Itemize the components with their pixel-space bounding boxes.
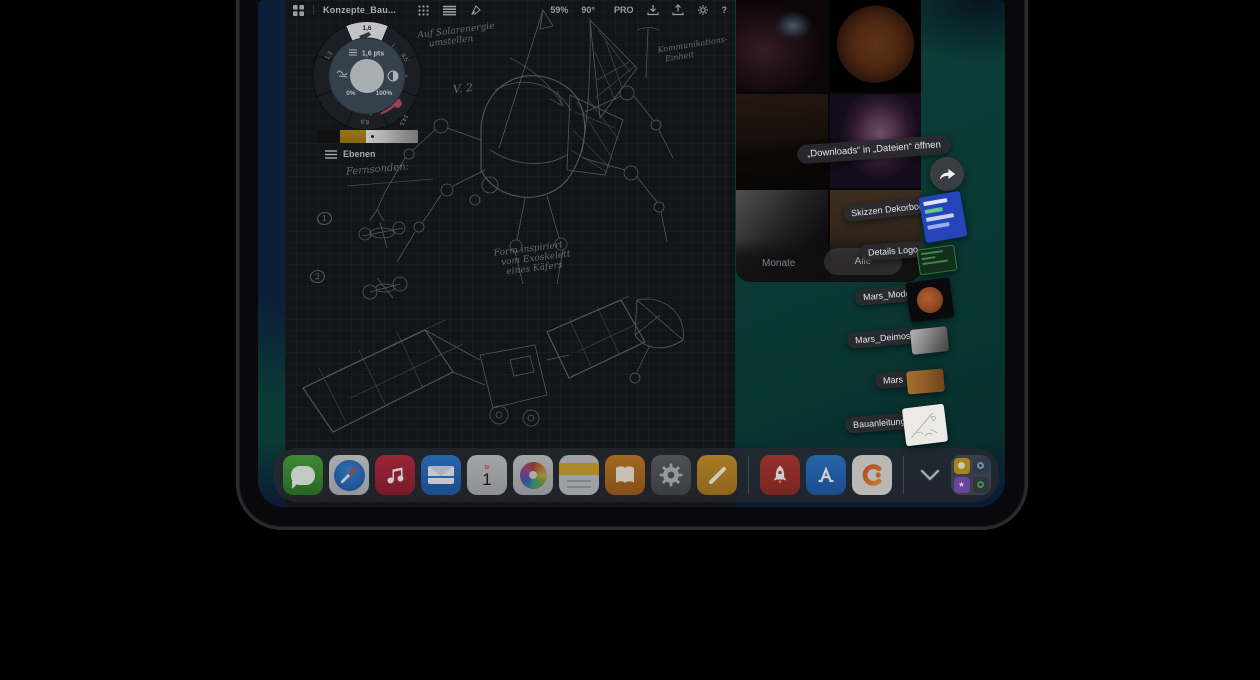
drag-thumb-mars[interactable] [906, 368, 945, 394]
drag-thumb-sticker-sheet[interactable] [918, 191, 967, 244]
drag-thumb-mars-model[interactable] [905, 277, 954, 323]
stage: Auf Solarenergie umstellen V. 2 Kommunik… [0, 0, 1260, 680]
forward-arrow-icon [937, 166, 957, 182]
drag-layer: „Downloads“ in „Dateien“ öffnen Skizzen … [258, 0, 1005, 507]
drag-thumb-logo[interactable] [916, 244, 957, 275]
drag-item-label[interactable]: Mars_Deimos [846, 327, 919, 349]
drag-thumb-instructions[interactable] [902, 404, 948, 447]
downloads-toast: „Downloads“ in „Dateien“ öffnen [797, 135, 952, 165]
ipad-screen: Auf Solarenergie umstellen V. 2 Kommunik… [258, 0, 1005, 507]
drag-thumb-deimos[interactable] [910, 326, 949, 355]
share-forward-button[interactable] [930, 157, 964, 191]
